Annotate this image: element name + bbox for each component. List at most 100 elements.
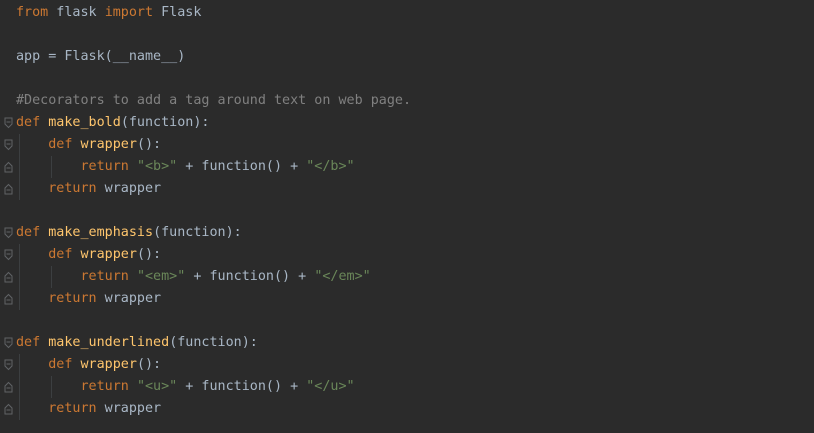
fold-open-icon[interactable] [4, 337, 13, 349]
function-name-token: make_emphasis [48, 225, 154, 240]
fold-open-icon[interactable] [4, 359, 13, 371]
indent-guide [51, 266, 52, 288]
function-name-token: wrapper [80, 247, 137, 262]
code-line[interactable]: def wrapper(): [4, 354, 814, 376]
string-token: "<u>" [136, 379, 178, 394]
fold-open-icon[interactable] [4, 117, 13, 129]
code-line[interactable] [16, 310, 814, 332]
function-name-token: wrapper [80, 137, 137, 152]
code-text: (): [136, 137, 162, 152]
fold-end-icon[interactable] [4, 403, 13, 415]
code-text: wrapper [96, 401, 162, 416]
indent-guide [51, 156, 52, 178]
code-text: (): [136, 247, 162, 262]
code-text: wrapper [96, 291, 162, 306]
code-text: (function): [153, 225, 242, 240]
keyword-token: return [80, 159, 129, 174]
indent-guide [19, 398, 20, 420]
fold-open-icon[interactable] [4, 139, 13, 151]
keyword-token: def [48, 357, 73, 372]
keyword-token: return [80, 379, 129, 394]
code-line[interactable]: return "<u>" + function() + "</u>" [4, 376, 814, 398]
code-line[interactable]: #Decorators to add a tag around text on … [16, 90, 814, 112]
string-token: "</u>" [306, 379, 355, 394]
code-area[interactable]: from flask import Flask app = Flask(__nam… [4, 2, 814, 420]
fold-end-icon[interactable] [4, 293, 13, 305]
code-line[interactable]: def make_bold(function): [4, 112, 814, 134]
indent-guide [19, 266, 20, 288]
indent-guide [19, 156, 20, 178]
string-token: "</em>" [314, 269, 371, 284]
indent-guide [19, 134, 20, 156]
string-token: "<b>" [136, 159, 178, 174]
indent-guide [19, 376, 20, 398]
keyword-token: return [80, 269, 129, 284]
code-line[interactable]: return "<b>" + function() + "</b>" [4, 156, 814, 178]
code-line[interactable]: return wrapper [4, 398, 814, 420]
code-line[interactable]: def make_underlined(function): [4, 332, 814, 354]
code-text: (): [136, 357, 162, 372]
keyword-token: return [48, 291, 97, 306]
keyword-token: return [48, 401, 97, 416]
code-line[interactable] [16, 68, 814, 90]
keyword-token: def [16, 225, 41, 240]
keyword-token: def [48, 247, 73, 262]
keyword-token: from [16, 5, 49, 20]
code-text: wrapper [96, 181, 162, 196]
function-name-token: wrapper [80, 357, 137, 372]
keyword-token: return [48, 181, 97, 196]
fold-end-icon[interactable] [4, 161, 13, 173]
fold-open-icon[interactable] [4, 249, 13, 261]
code-line[interactable]: def wrapper(): [4, 134, 814, 156]
keyword-token: def [16, 115, 41, 130]
comment-token: #Decorators to add a tag around text on … [16, 93, 412, 108]
indent-guide [51, 376, 52, 398]
code-text: (function): [120, 115, 210, 130]
code-line[interactable] [16, 200, 814, 222]
indent-guide [19, 288, 20, 310]
function-name-token: make_bold [48, 115, 121, 130]
keyword-token: def [16, 335, 41, 350]
code-line[interactable]: return wrapper [4, 178, 814, 200]
code-text: + function() + [177, 159, 307, 174]
code-text: Flask [153, 5, 202, 20]
code-line[interactable]: from flask import Flask [16, 2, 814, 24]
indent-guide [19, 178, 20, 200]
indent-guide [19, 354, 20, 376]
code-text: app = Flask(__name__) [16, 49, 186, 64]
code-text: flask [48, 5, 105, 20]
string-token: "</b>" [306, 159, 355, 174]
code-line[interactable]: def wrapper(): [4, 244, 814, 266]
code-text: (function): [169, 335, 258, 350]
code-text: + function() + [177, 379, 307, 394]
function-name-token: make_underlined [48, 335, 170, 350]
fold-end-icon[interactable] [4, 271, 13, 283]
keyword-token: import [104, 5, 154, 20]
keyword-token: def [48, 137, 73, 152]
code-line[interactable]: def make_emphasis(function): [4, 222, 814, 244]
code-editor[interactable]: from flask import Flask app = Flask(__nam… [0, 0, 814, 433]
fold-end-icon[interactable] [4, 183, 13, 195]
code-line[interactable] [16, 24, 814, 46]
string-token: "<em>" [136, 269, 186, 284]
fold-end-icon[interactable] [4, 381, 13, 393]
code-line[interactable]: app = Flask(__name__) [16, 46, 814, 68]
fold-open-icon[interactable] [4, 227, 13, 239]
code-line[interactable]: return "<em>" + function() + "</em>" [4, 266, 814, 288]
code-line[interactable]: return wrapper [4, 288, 814, 310]
